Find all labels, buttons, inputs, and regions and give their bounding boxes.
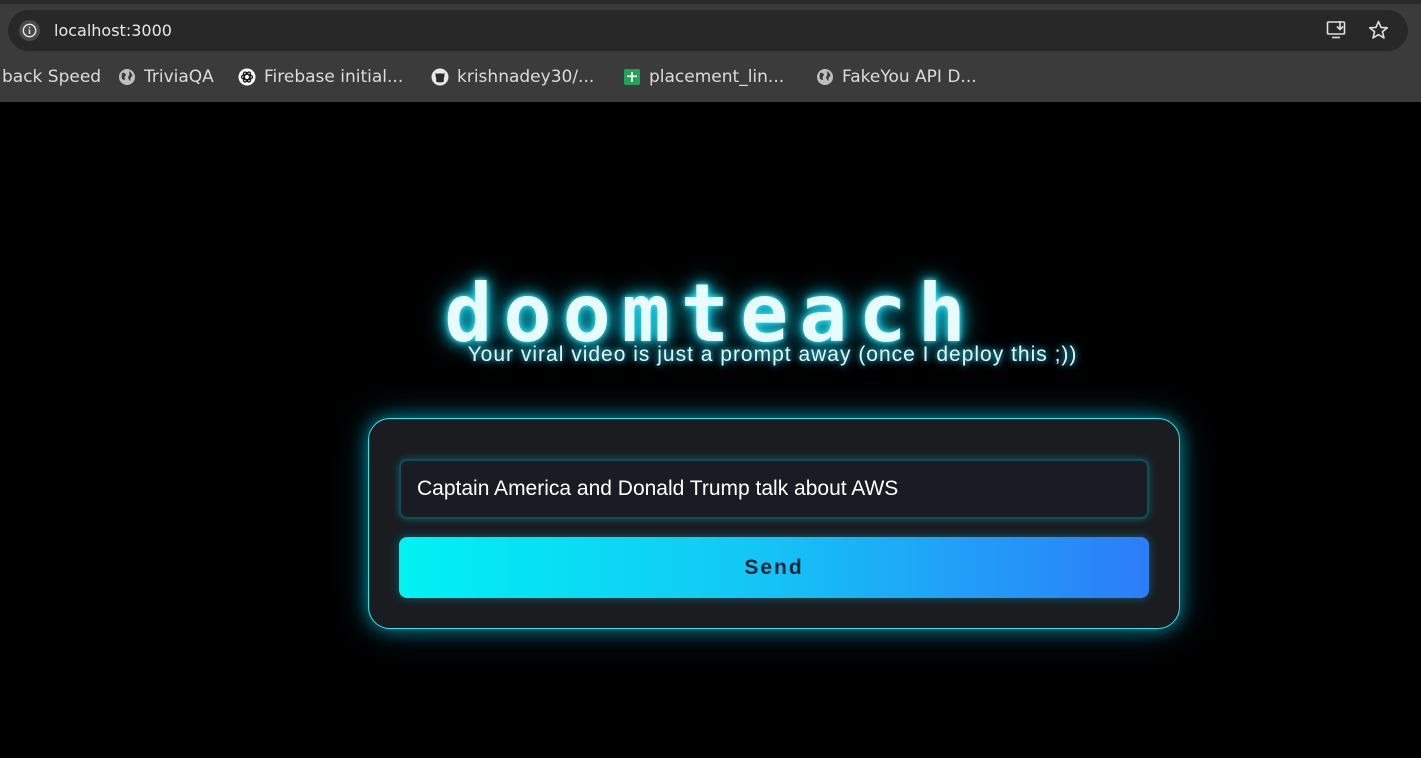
prompt-card: Send — [368, 418, 1180, 629]
bookmark-label: krishnadey30/... — [457, 67, 595, 87]
bookmark-label: placement_lin... — [649, 67, 785, 87]
bookmark-star-icon[interactable] — [1368, 20, 1389, 45]
bookmarks-bar: back Speed TriviaQA Firebase initial... … — [0, 60, 1421, 94]
bookmark-item[interactable]: placement_lin... — [623, 65, 784, 89]
github-icon — [431, 68, 449, 86]
google-sheets-icon — [623, 68, 641, 86]
address-bar-url[interactable]: localhost:3000 — [54, 21, 172, 41]
site-info-icon[interactable] — [19, 20, 40, 41]
prompt-input[interactable] — [399, 459, 1149, 519]
address-bar[interactable]: localhost:3000 — [8, 10, 1408, 51]
bookmark-label: Firebase initial... — [264, 67, 404, 87]
app-tagline: Your viral video is just a prompt away (… — [467, 343, 1078, 366]
bookmark-item[interactable]: Firebase initial... — [238, 65, 403, 89]
globe-icon — [118, 68, 136, 86]
app-logo-title: doomteach — [444, 267, 977, 360]
bookmark-item[interactable]: TriviaQA — [118, 65, 214, 89]
bookmark-item[interactable]: back Speed — [2, 65, 101, 89]
browser-toolbar: localhost:3000 back Speed TriviaQA Fireb… — [0, 0, 1421, 102]
bookmark-item[interactable]: FakeYou API D... — [816, 65, 977, 89]
install-app-icon[interactable] — [1326, 20, 1348, 45]
bookmark-label: TriviaQA — [144, 67, 214, 87]
bookmark-label: FakeYou API D... — [842, 67, 977, 87]
bookmark-item[interactable]: krishnadey30/... — [431, 65, 594, 89]
send-button[interactable]: Send — [399, 537, 1149, 598]
bookmark-label: back Speed — [2, 67, 102, 87]
app-page: doomteach Your viral video is just a pro… — [0, 102, 1421, 758]
globe-icon — [816, 68, 834, 86]
openai-icon — [238, 68, 256, 86]
tab-strip-edge — [0, 0, 1421, 4]
